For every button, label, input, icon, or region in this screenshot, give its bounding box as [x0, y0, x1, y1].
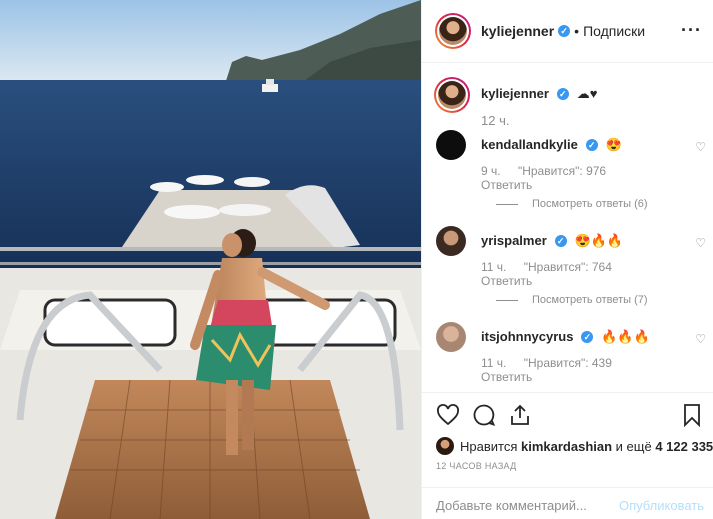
comment-meta: 11 ч. "Нравится": 764 [481, 260, 626, 274]
comment-meta: 9 ч. "Нравится": 976 [481, 164, 620, 178]
publish-comment-button[interactable]: Опубликовать [619, 498, 704, 513]
post-timestamp[interactable]: 12 ЧАСОВ НАЗАД [436, 461, 517, 471]
comment-author[interactable]: itsjohnnycyrus [481, 329, 573, 344]
author-avatar[interactable] [435, 13, 471, 49]
author-username[interactable]: kyliejenner [481, 23, 554, 39]
comment-text: 🔥🔥🔥 [601, 329, 650, 344]
comment-author[interactable]: kendallandkylie [481, 137, 578, 152]
liker-username[interactable]: kimkardashian [521, 439, 612, 454]
verified-badge-icon: ✓ [585, 139, 598, 152]
comment-avatar[interactable] [436, 226, 466, 256]
comment-avatar[interactable] [436, 322, 466, 352]
comment-like-heart-icon[interactable]: ♡ [695, 332, 706, 346]
comment-likes[interactable]: "Нравится": 439 [524, 356, 612, 370]
liker-avatar[interactable] [436, 437, 454, 455]
comment-avatar[interactable] [436, 130, 466, 160]
comment-likes[interactable]: "Нравится": 764 [524, 260, 612, 274]
comment-likes[interactable]: "Нравится": 976 [518, 164, 606, 178]
comment-time[interactable]: 11 ч. [481, 356, 506, 370]
thread-line [496, 203, 518, 205]
view-replies-label: Посмотреть ответы (7) [532, 294, 648, 306]
like-heart-icon[interactable] [436, 403, 460, 427]
comment-time[interactable]: 9 ч. [481, 164, 501, 178]
likes-prefix: Нравится [460, 438, 518, 454]
comment-bubble-icon[interactable] [472, 403, 496, 427]
post-photo[interactable] [0, 0, 421, 519]
view-replies-label: Посмотреть ответы (6) [532, 198, 648, 210]
view-replies-button[interactable]: Посмотреть ответы (6) [496, 198, 648, 210]
action-icons-bar [436, 403, 700, 429]
more-options-icon[interactable]: ··· [681, 20, 702, 41]
post-header: kyliejenner ✓ • Подписки ··· [422, 0, 713, 63]
caption-text: ☁♥ [576, 86, 598, 101]
caption-author[interactable]: kyliejenner [481, 86, 549, 101]
reply-button[interactable]: Ответить [481, 370, 532, 384]
comment-meta: 11 ч. "Нравится": 439 [481, 356, 626, 370]
comments-list[interactable]: kyliejenner ✓ ☁♥ 12 ч. kendallandkylie ✓… [422, 63, 713, 392]
add-comment-form: Добавьте комментарий... Опубликовать [422, 487, 713, 519]
reply-button[interactable]: Ответить [481, 178, 532, 192]
verified-badge-icon: ✓ [558, 25, 571, 37]
comment-time[interactable]: 11 ч. [481, 260, 506, 274]
comment-input[interactable]: Добавьте комментарий... [436, 498, 587, 513]
comment-text: 😍 [605, 137, 622, 152]
comment-text: 😍🔥🔥 [574, 233, 624, 248]
verified-badge-icon: ✓ [556, 88, 569, 101]
post-photo-illustration [0, 0, 421, 519]
share-upload-icon[interactable] [508, 403, 532, 427]
likes-middle: и ещё [615, 438, 652, 454]
thread-line [496, 299, 518, 301]
reply-button[interactable]: Ответить [481, 274, 532, 288]
comment-author[interactable]: yrispalmer [481, 233, 547, 248]
post-actions-section: Нравится kimkardashian и ещё 4 122 335 1… [422, 392, 713, 519]
post-side-panel: kyliejenner ✓ • Подписки ··· kyliejenner… [421, 0, 713, 519]
verified-badge-icon: ✓ [554, 235, 567, 248]
view-replies-button[interactable]: Посмотреть ответы (7) [496, 294, 648, 306]
likes-count-button[interactable]: 4 122 335 [655, 439, 713, 454]
comment-like-heart-icon[interactable]: ♡ [695, 140, 706, 154]
bookmark-save-icon[interactable] [680, 403, 704, 427]
likes-summary: Нравится kimkardashian и ещё 4 122 335 [436, 437, 713, 455]
caption-time[interactable]: 12 ч. [481, 113, 509, 128]
caption-author-avatar[interactable] [434, 77, 470, 113]
comment-like-heart-icon[interactable]: ♡ [695, 236, 706, 250]
separator-dot: • [574, 23, 580, 39]
verified-badge-icon: ✓ [581, 331, 594, 344]
follow-status-button[interactable]: Подписки [583, 23, 645, 39]
